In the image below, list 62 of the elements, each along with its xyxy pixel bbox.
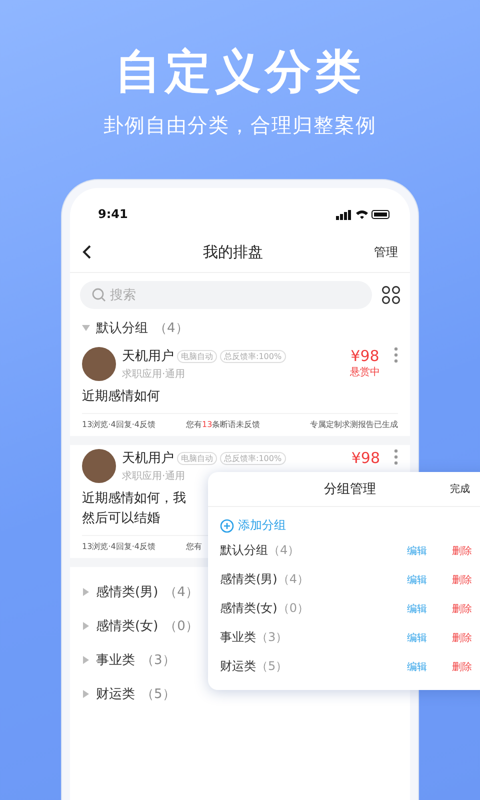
group-count: （3） — [256, 629, 289, 646]
delete-link[interactable]: 删除 — [452, 544, 472, 558]
notice-text: 您有 — [186, 541, 202, 552]
group-count: （5） — [256, 658, 289, 675]
page-title: 我的排盘 — [202, 242, 264, 262]
delete-link[interactable]: 删除 — [452, 572, 472, 586]
group-name: 感情类(女) — [220, 600, 278, 617]
more-icon[interactable] — [394, 449, 398, 465]
edit-link[interactable]: 编辑 — [407, 660, 427, 674]
status-icons — [336, 208, 392, 220]
user-name: 天机用户 — [122, 450, 174, 467]
category-text: 求职应用·通用 — [122, 368, 186, 381]
price: ¥98 — [350, 347, 380, 365]
delete-link[interactable]: 删除 — [452, 630, 472, 644]
plus-icon — [220, 518, 234, 532]
edit-link[interactable]: 编辑 — [407, 544, 427, 558]
delete-link[interactable]: 删除 — [452, 602, 472, 616]
question-text: 近期感情如何，我 然后可以结婚 — [82, 490, 186, 528]
group-header[interactable]: 感情类(女) （0） — [82, 609, 198, 643]
add-group-button[interactable]: 添加分组 — [220, 517, 286, 534]
avatar — [82, 449, 116, 483]
tag: 电脑自动 — [177, 452, 217, 464]
subtitle: 卦例自由分类，合理归整案例 — [104, 112, 376, 138]
group-name: 感情类(男) — [220, 571, 278, 588]
edit-link[interactable]: 编辑 — [407, 572, 427, 586]
status-time: 9:41 — [98, 207, 128, 221]
stats-text: 13浏览·4回复·4反馈 — [82, 419, 156, 430]
tag: 电脑自动 — [177, 350, 217, 362]
done-button[interactable]: 完成 — [450, 482, 470, 496]
avatar — [82, 347, 116, 381]
user-name: 天机用户 — [122, 348, 174, 365]
group-header[interactable]: 事业类 （3） — [82, 643, 176, 677]
back-icon[interactable] — [82, 245, 92, 259]
report-text: 专属定制求测报告已生成 — [310, 419, 398, 430]
more-icon[interactable] — [394, 347, 398, 363]
search-icon — [92, 288, 106, 302]
group-count: （4） — [277, 571, 310, 588]
grid-icon[interactable] — [382, 286, 400, 304]
group-name: 财运类 — [220, 658, 256, 675]
group-name: 默认分组 — [220, 542, 268, 559]
headline: 自定义分类 — [115, 43, 365, 100]
notice-text: 您有13条断语未反馈 — [186, 419, 260, 430]
edit-link[interactable]: 编辑 — [407, 630, 427, 644]
manage-button[interactable]: 管理 — [374, 244, 398, 260]
price: ¥98 — [351, 449, 380, 467]
category-text: 求职应用·通用 — [122, 470, 186, 483]
stats-text: 13浏览·4回复·4反馈 — [82, 541, 156, 552]
group-name: 事业类 — [220, 629, 256, 646]
group-count: （4） — [268, 542, 301, 559]
tag: 总反馈率:100% — [220, 350, 286, 362]
tag: 总反馈率:100% — [220, 452, 286, 464]
search-field[interactable]: 搜索 — [80, 281, 372, 309]
search-input[interactable]: 搜索 — [110, 288, 372, 302]
panel-title: 分组管理 — [323, 481, 377, 498]
question-text: 近期感情如何 — [82, 388, 160, 406]
group-count: （0） — [277, 600, 310, 617]
group-header[interactable]: 感情类(男) （4） — [82, 575, 198, 609]
edit-link[interactable]: 编辑 — [407, 602, 427, 616]
reward-status: 悬赏中 — [350, 366, 380, 379]
group-header[interactable]: 财运类 （5） — [82, 677, 176, 711]
group-header[interactable]: 默认分组 （4） — [82, 313, 188, 343]
delete-link[interactable]: 删除 — [452, 660, 472, 674]
